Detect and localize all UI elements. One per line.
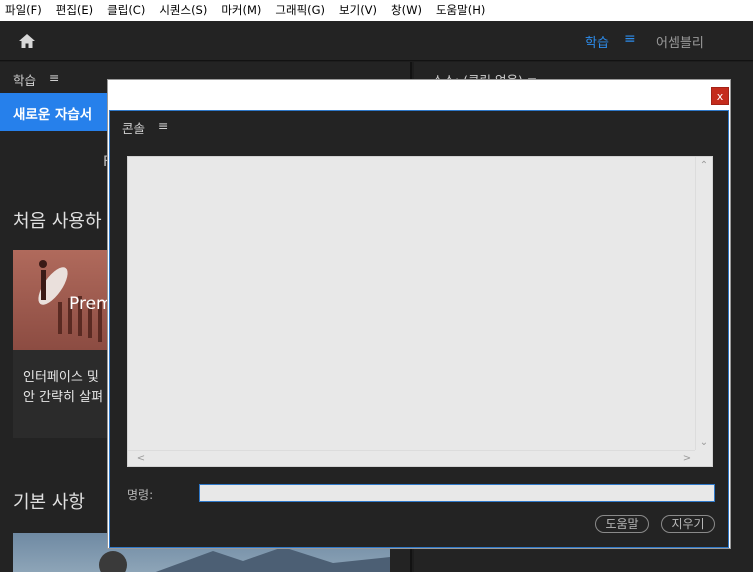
menu-view[interactable]: 보기(V): [339, 0, 377, 21]
new-tutorial-button[interactable]: 새로운 자습서: [0, 93, 118, 131]
learn-panel-menu-icon[interactable]: ≡: [49, 70, 59, 85]
menu-file[interactable]: 파일(F): [5, 0, 42, 21]
chevron-down-icon[interactable]: ⌄: [698, 437, 710, 449]
console-dialog: x 콘솔 ≡ ⌃ ⌄ < > 명령: 도움말 지우기: [107, 79, 731, 549]
menu-help[interactable]: 도움말(H): [436, 0, 485, 21]
menu-window[interactable]: 창(W): [391, 0, 422, 21]
workspace-tab-learn[interactable]: 학습: [585, 32, 609, 51]
workspace-menu-icon[interactable]: ≡: [624, 31, 636, 47]
console-output[interactable]: ⌃ ⌄ < >: [127, 156, 713, 467]
console-panel: 콘솔 ≡ ⌃ ⌄ < > 명령: 도움말 지우기: [109, 110, 729, 548]
chevron-right-icon[interactable]: >: [681, 453, 693, 465]
workspace-tab-assembly[interactable]: 어셈블리: [656, 32, 704, 51]
command-input[interactable]: [199, 484, 715, 502]
menu-marker[interactable]: 마커(M): [221, 0, 261, 21]
home-icon[interactable]: [18, 32, 36, 50]
close-button[interactable]: x: [711, 87, 729, 105]
first-use-heading: 처음 사용하: [13, 211, 102, 232]
menu-graphics[interactable]: 그래픽(G): [275, 0, 325, 21]
chevron-up-icon[interactable]: ⌃: [698, 160, 710, 172]
menu-edit[interactable]: 편집(E): [56, 0, 93, 21]
basics-heading: 기본 사항: [13, 492, 85, 513]
tutorial-description-line2: 안 간략히 살펴: [23, 390, 104, 405]
console-menu-icon[interactable]: ≡: [158, 118, 168, 133]
tutorial-description-line1: 인터페이스 및: [23, 370, 99, 385]
command-label: 명령:: [127, 488, 154, 502]
clear-button[interactable]: 지우기: [661, 515, 715, 533]
help-button[interactable]: 도움말: [595, 515, 649, 533]
menu-clip[interactable]: 클립(C): [107, 0, 145, 21]
vertical-scrollbar[interactable]: [695, 157, 712, 450]
chevron-left-icon[interactable]: <: [135, 453, 147, 465]
menu-bar: 파일(F) 편집(E) 클립(C) 시퀀스(S) 마커(M) 그래픽(G) 보기…: [0, 0, 753, 21]
learn-panel-tab[interactable]: 학습: [13, 70, 36, 89]
menu-sequence[interactable]: 시퀀스(S): [159, 0, 207, 21]
horizontal-scrollbar[interactable]: [128, 450, 695, 466]
header-bar: 학습 ≡ 어셈블리: [0, 21, 753, 61]
console-tab[interactable]: 콘솔: [122, 118, 145, 137]
